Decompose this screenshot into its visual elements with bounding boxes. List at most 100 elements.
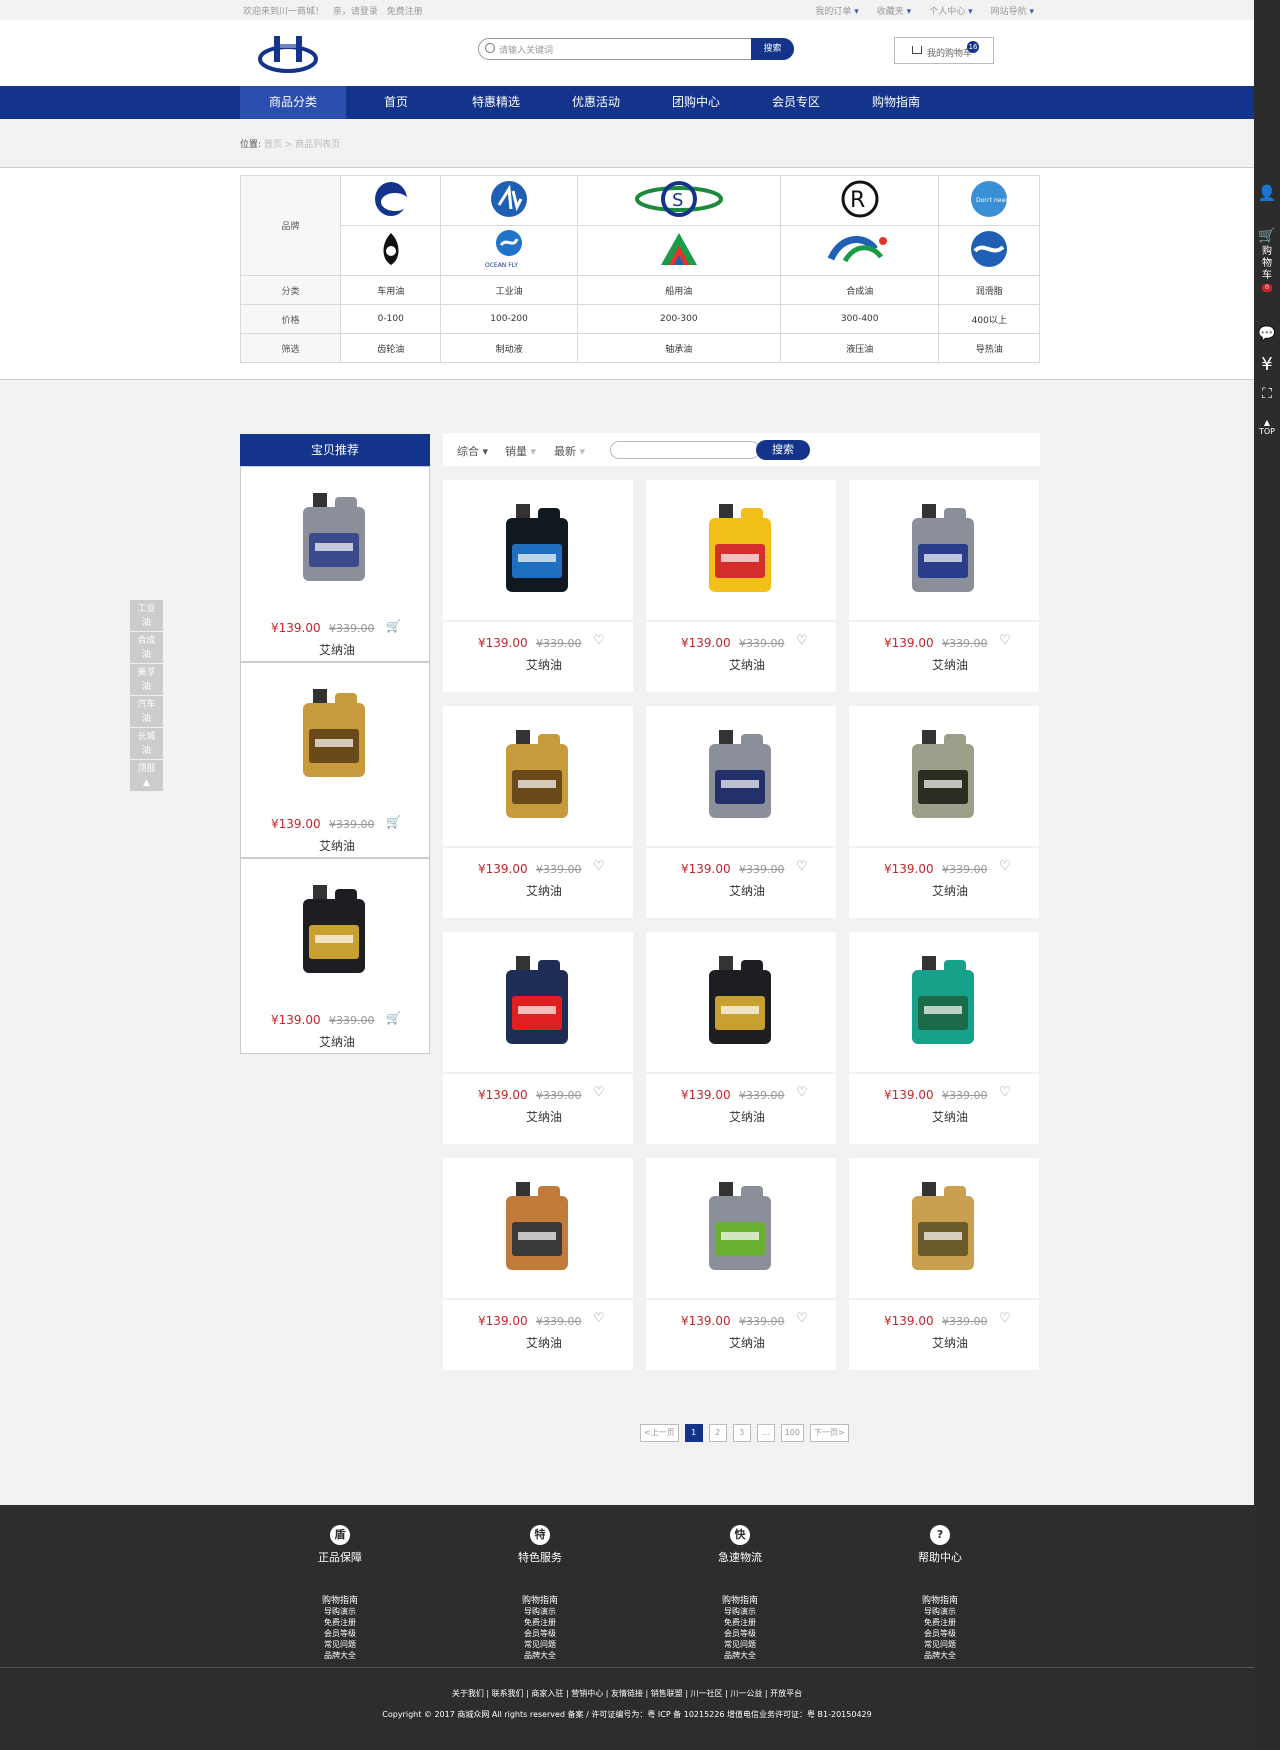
- product-image[interactable]: [849, 932, 1039, 1072]
- favorite-heart-icon[interactable]: ♡: [593, 633, 605, 648]
- product-image[interactable]: [295, 685, 375, 784]
- favorite-heart-icon[interactable]: ♡: [999, 633, 1011, 648]
- nav-category[interactable]: 商品分类: [240, 86, 346, 119]
- sort-search-input[interactable]: [610, 441, 760, 459]
- footer-link[interactable]: 会员等级: [680, 1628, 800, 1639]
- footer-link[interactable]: 导购演示: [680, 1606, 800, 1617]
- product-image[interactable]: [443, 932, 633, 1072]
- product-image[interactable]: [443, 480, 633, 620]
- footer-link[interactable]: 导购演示: [280, 1606, 400, 1617]
- product-image[interactable]: [443, 1158, 633, 1298]
- product-card[interactable]: ¥139.00 ¥339.00 ♡ 艾纳油: [646, 1158, 836, 1370]
- product-card[interactable]: ¥139.00 ¥339.00 ♡ 艾纳油: [646, 706, 836, 918]
- product-name[interactable]: 艾纳油: [526, 656, 562, 673]
- sidebar-cart[interactable]: 🛒 购物车 0: [1254, 228, 1280, 292]
- sort-default[interactable]: 综合 ▾: [457, 443, 488, 459]
- brand-logo[interactable]: [938, 225, 1040, 276]
- product-image[interactable]: [646, 480, 836, 620]
- favorite-heart-icon[interactable]: ♡: [796, 1311, 808, 1326]
- favorite-heart-icon[interactable]: ♡: [593, 1085, 605, 1100]
- product-image[interactable]: [295, 489, 375, 588]
- search-button[interactable]: 搜索: [751, 38, 794, 60]
- filter-option[interactable]: 船用油: [576, 275, 781, 305]
- next-page-button[interactable]: 下一页>: [809, 1424, 849, 1442]
- favorite-heart-icon[interactable]: ♡: [999, 1085, 1011, 1100]
- sort-sales[interactable]: 销量 ▾: [505, 443, 536, 459]
- product-image[interactable]: [849, 1158, 1039, 1298]
- scan-icon[interactable]: ⛶: [1254, 386, 1280, 402]
- product-name[interactable]: 艾纳油: [932, 882, 968, 899]
- nav-member[interactable]: 会员专区: [746, 86, 846, 119]
- yen-icon[interactable]: ¥: [1254, 354, 1280, 375]
- product-image[interactable]: [646, 706, 836, 846]
- filter-option[interactable]: 100-200: [440, 304, 578, 334]
- product-name[interactable]: 艾纳油: [932, 1334, 968, 1351]
- footer-link[interactable]: 品牌大全: [480, 1650, 600, 1661]
- filter-option[interactable]: 润滑脂: [938, 275, 1040, 305]
- product-image[interactable]: [646, 1158, 836, 1298]
- page-button[interactable]: 1: [684, 1424, 703, 1442]
- product-card[interactable]: ¥139.00 ¥339.00 ♡ 艾纳油: [443, 480, 633, 692]
- product-image[interactable]: [295, 881, 375, 980]
- filter-option[interactable]: 导热油: [938, 333, 1040, 363]
- brand-logo[interactable]: Don't need: [938, 175, 1040, 226]
- filter-option[interactable]: 合成油: [779, 275, 940, 305]
- float-top-button[interactable]: 顶部 ▲: [130, 760, 163, 792]
- product-card[interactable]: ¥139.00 ¥339.00 ♡ 艾纳油: [443, 1158, 633, 1370]
- product-name[interactable]: 艾纳油: [319, 837, 355, 854]
- brand-logo[interactable]: [339, 175, 442, 226]
- site-logo[interactable]: [258, 32, 318, 74]
- product-card[interactable]: ¥139.00 ¥339.00 ♡ 艾纳油: [849, 932, 1039, 1144]
- float-item[interactable]: 美孚油: [130, 664, 163, 696]
- my-orders-link[interactable]: 我的订单: [815, 4, 858, 17]
- footer-link[interactable]: 免费注册: [480, 1617, 600, 1628]
- product-name[interactable]: 艾纳油: [932, 656, 968, 673]
- product-name[interactable]: 艾纳油: [319, 1033, 355, 1050]
- product-card[interactable]: ¥139.00 ¥339.00 ♡ 艾纳油: [849, 706, 1039, 918]
- float-item[interactable]: 工业油: [130, 600, 163, 632]
- sort-newest[interactable]: 最新 ▾: [554, 443, 585, 459]
- favorite-heart-icon[interactable]: ♡: [796, 1085, 808, 1100]
- filter-option[interactable]: 齿轮油: [339, 333, 442, 363]
- message-icon[interactable]: 💬: [1254, 326, 1280, 342]
- register-link[interactable]: 免费注册: [387, 7, 423, 17]
- login-link[interactable]: 亲，请登录: [333, 7, 378, 17]
- recommend-item[interactable]: ¥139.00 ¥339.00 🛒 艾纳油: [240, 858, 430, 1054]
- nav-group-buy[interactable]: 团购中心: [646, 86, 746, 119]
- product-name[interactable]: 艾纳油: [319, 641, 355, 658]
- favorite-heart-icon[interactable]: ♡: [593, 859, 605, 874]
- filter-option[interactable]: 液压油: [779, 333, 940, 363]
- product-name[interactable]: 艾纳油: [729, 656, 765, 673]
- favorite-heart-icon[interactable]: ♡: [999, 859, 1011, 874]
- add-to-cart-icon[interactable]: 🛒: [386, 815, 401, 829]
- footer-link[interactable]: 常见问题: [880, 1639, 1000, 1650]
- product-card[interactable]: ¥139.00 ¥339.00 ♡ 艾纳油: [849, 1158, 1039, 1370]
- product-name[interactable]: 艾纳油: [526, 1108, 562, 1125]
- product-name[interactable]: 艾纳油: [729, 882, 765, 899]
- brand-logo[interactable]: OCEAN FLY: [440, 225, 578, 276]
- page-button[interactable]: 100: [780, 1424, 804, 1442]
- product-name[interactable]: 艾纳油: [729, 1334, 765, 1351]
- footer-link[interactable]: 导购演示: [880, 1606, 1000, 1617]
- float-item[interactable]: 长城油: [130, 728, 163, 760]
- filter-option[interactable]: 0-100: [339, 304, 442, 334]
- add-to-cart-icon[interactable]: 🛒: [386, 619, 401, 633]
- footer-link[interactable]: 常见问题: [280, 1639, 400, 1650]
- product-card[interactable]: ¥139.00 ¥339.00 ♡ 艾纳油: [646, 932, 836, 1144]
- brand-logo[interactable]: R: [779, 175, 940, 226]
- brand-logo[interactable]: [576, 225, 781, 276]
- page-button[interactable]: 3: [732, 1424, 751, 1442]
- product-card[interactable]: ¥139.00 ¥339.00 ♡ 艾纳油: [646, 480, 836, 692]
- favorite-heart-icon[interactable]: ♡: [999, 1311, 1011, 1326]
- recommend-item[interactable]: ¥139.00 ¥339.00 🛒 艾纳油: [240, 662, 430, 858]
- filter-option[interactable]: 300-400: [779, 304, 940, 334]
- back-to-top-button[interactable]: ▲ TOP: [1254, 418, 1280, 436]
- nav-guide[interactable]: 购物指南: [846, 86, 946, 119]
- product-name[interactable]: 艾纳油: [729, 1108, 765, 1125]
- footer-links[interactable]: 关于我们 | 联系我们 | 商家入驻 | 营销中心 | 友情链接 | 销售联盟 …: [0, 1688, 1254, 1699]
- filter-option[interactable]: 400以上: [938, 304, 1040, 334]
- footer-link[interactable]: 常见问题: [680, 1639, 800, 1650]
- nav-special[interactable]: 特惠精选: [446, 86, 546, 119]
- product-card[interactable]: ¥139.00 ¥339.00 ♡ 艾纳油: [443, 932, 633, 1144]
- footer-link[interactable]: 免费注册: [680, 1617, 800, 1628]
